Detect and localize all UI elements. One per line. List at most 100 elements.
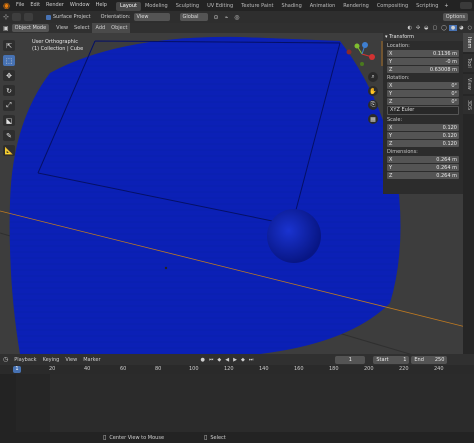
- transform-section-header[interactable]: ▾ Transform: [383, 33, 463, 41]
- editor-type-icon[interactable]: ▣: [0, 25, 12, 32]
- tab-texture-paint[interactable]: Texture Paint: [237, 2, 277, 11]
- location-z-field[interactable]: Z 0.63008 m: [387, 66, 459, 73]
- tab-layout[interactable]: Layout: [115, 1, 141, 11]
- menu-render[interactable]: Render: [43, 0, 67, 11]
- dimensions-y-field[interactable]: Y 0.264 m: [387, 164, 459, 171]
- current-frame-field[interactable]: 1: [335, 355, 366, 364]
- pivot-point-icon[interactable]: ⊙: [214, 14, 219, 21]
- play-icon[interactable]: ▶: [231, 357, 239, 363]
- z-axis-icon[interactable]: [362, 42, 368, 48]
- menu-window[interactable]: Window: [67, 0, 93, 11]
- menu-object[interactable]: Object: [108, 23, 131, 33]
- rendered-shading-icon[interactable]: ○: [466, 25, 474, 31]
- current-frame-indicator[interactable]: 1: [13, 366, 21, 373]
- material-shading-icon[interactable]: ◕: [457, 25, 465, 31]
- tab-scripting[interactable]: Scripting: [412, 2, 442, 11]
- rotation-y-field[interactable]: Y 0°: [387, 90, 459, 97]
- menu-file[interactable]: File: [13, 0, 27, 11]
- tool-settings-bar: ⊹ Surface Project Orientation: View Glob…: [0, 11, 474, 23]
- zoom-icon[interactable]: ⌕: [368, 72, 378, 82]
- overlay-icon[interactable]: ◒: [422, 25, 430, 31]
- menu-marker[interactable]: Marker: [80, 355, 103, 365]
- mode-dropdown[interactable]: Object Mode: [11, 24, 50, 32]
- scale-z-field[interactable]: Z 0.120: [387, 140, 459, 147]
- xray-icon[interactable]: ▢: [431, 25, 440, 31]
- menu-keying[interactable]: Keying: [40, 355, 63, 365]
- navigation-gizmo[interactable]: [344, 40, 384, 70]
- play-reverse-icon[interactable]: ◀: [223, 357, 231, 363]
- tab-rendering[interactable]: Rendering: [339, 2, 373, 11]
- proportional-edit-icon[interactable]: ◎: [234, 14, 239, 21]
- dimensions-z-field[interactable]: Z 0.264 m: [387, 172, 459, 179]
- options-dropdown[interactable]: Options: [442, 13, 468, 21]
- tab-sculpting[interactable]: Sculpting: [172, 2, 203, 11]
- rotate-tool-icon[interactable]: ↻: [3, 85, 15, 96]
- menu-help[interactable]: Help: [93, 0, 110, 11]
- transform-tool-icon[interactable]: ⬕: [3, 115, 15, 126]
- scale-tool-icon[interactable]: ⤢: [3, 100, 15, 111]
- transform-orientation-dropdown[interactable]: Global: [179, 13, 208, 21]
- rotation-z-field[interactable]: Z 0°: [387, 98, 459, 105]
- tab-uv-editing[interactable]: UV Editing: [203, 2, 237, 11]
- jump-start-icon[interactable]: ⏮: [207, 357, 216, 363]
- pan-icon[interactable]: ✋: [368, 86, 378, 96]
- timeline-area[interactable]: [0, 374, 474, 432]
- next-keyframe-icon[interactable]: ◆: [239, 357, 247, 363]
- menu-add[interactable]: Add: [92, 23, 109, 33]
- perspective-toggle-icon[interactable]: ▦: [368, 114, 378, 124]
- gizmo-icon[interactable]: ✣: [414, 25, 422, 31]
- move-tool-icon[interactable]: ✥: [3, 70, 15, 81]
- snap-tool-icon[interactable]: ⊹: [0, 13, 12, 21]
- solid-shading-icon[interactable]: ●: [448, 25, 458, 31]
- tab-3ds[interactable]: 3DS: [463, 95, 474, 115]
- record-icon[interactable]: ●: [199, 357, 207, 363]
- axis-label: Z: [389, 98, 393, 105]
- x-axis-icon[interactable]: [369, 54, 375, 60]
- add-workspace-icon[interactable]: +: [442, 3, 450, 9]
- start-frame-field[interactable]: Start 1: [373, 355, 410, 364]
- visibility-icon[interactable]: ◐: [406, 25, 414, 31]
- 3d-cursor[interactable]: [164, 266, 168, 270]
- neg-y-axis-icon[interactable]: [360, 62, 364, 66]
- tab-view[interactable]: View: [463, 74, 474, 94]
- scale-y-field[interactable]: Y 0.120: [387, 132, 459, 139]
- neg-x-axis-icon[interactable]: [346, 49, 352, 55]
- timeline-editor-icon[interactable]: ◷: [0, 356, 11, 363]
- prev-keyframe-icon[interactable]: ◆: [215, 357, 223, 363]
- select-tool-icon[interactable]: ⇱: [3, 40, 15, 51]
- menu-view[interactable]: View: [53, 23, 71, 33]
- select-box-tool-icon[interactable]: ⬚: [3, 55, 15, 66]
- surface-project-checkbox[interactable]: Surface Project: [45, 14, 91, 20]
- end-frame-field[interactable]: End 250: [411, 355, 448, 364]
- orientation-dropdown[interactable]: View: [133, 13, 170, 21]
- sphere-mesh[interactable]: [267, 209, 321, 263]
- tab-tool[interactable]: Tool: [463, 54, 474, 73]
- dimensions-x-field[interactable]: X 0.264 m: [387, 156, 459, 163]
- snap-options-icon[interactable]: [11, 13, 21, 21]
- snap-icon[interactable]: ⌁: [225, 14, 229, 21]
- scene-selector-icon[interactable]: [460, 2, 472, 9]
- jump-end-icon[interactable]: ⏭: [247, 357, 256, 363]
- menu-edit[interactable]: Edit: [27, 0, 43, 11]
- menu-select[interactable]: Select: [71, 23, 92, 33]
- location-y-field[interactable]: Y -0 m: [387, 58, 459, 65]
- location-x-field[interactable]: X 0.1136 m: [387, 50, 459, 57]
- wireframe-shading-icon[interactable]: ◯: [439, 25, 449, 31]
- blender-logo-icon[interactable]: ◉: [0, 1, 13, 10]
- menu-playback[interactable]: Playback: [11, 355, 39, 365]
- annotate-tool-icon[interactable]: ✎: [3, 130, 15, 141]
- scale-x-field[interactable]: X 0.120: [387, 124, 459, 131]
- measure-tool-icon[interactable]: 📐: [3, 145, 15, 156]
- camera-icon[interactable]: ⎘: [368, 100, 378, 110]
- tab-animation[interactable]: Animation: [306, 2, 340, 11]
- tab-shading[interactable]: Shading: [277, 2, 305, 11]
- snap-settings-icon[interactable]: [23, 13, 33, 21]
- menu-timeline-view[interactable]: View: [62, 355, 80, 365]
- rotation-mode-dropdown[interactable]: XYZ Euler: [387, 106, 459, 115]
- timeline-ruler[interactable]: 1 20 40 60 80 100 120 140 160 180 200 22…: [0, 365, 474, 374]
- tab-modeling[interactable]: Modeling: [141, 2, 172, 11]
- tab-compositing[interactable]: Compositing: [373, 2, 412, 11]
- y-axis-icon[interactable]: [354, 43, 360, 49]
- rotation-x-field[interactable]: X 0°: [387, 82, 459, 89]
- tab-item[interactable]: Item: [463, 33, 474, 53]
